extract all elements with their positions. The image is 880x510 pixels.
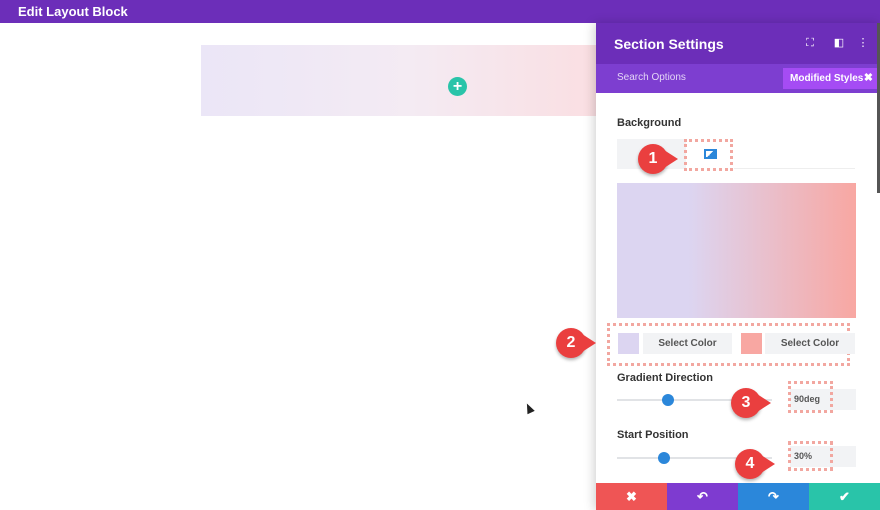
start-position-label: Start Position	[617, 429, 689, 441]
callout-4-pointer	[761, 455, 775, 473]
add-row-button[interactable]: +	[448, 77, 467, 96]
highlight-gradient-tab	[684, 139, 733, 171]
color-stop-2-select-button[interactable]: Select Color	[765, 333, 855, 354]
expand-icon[interactable]: ⛶	[803, 36, 817, 50]
color-stop-2-swatch[interactable]	[741, 333, 762, 354]
search-options-bar: Search Options Modified Styles ✖	[596, 64, 880, 93]
sidebar-toggle-icon[interactable]: ◧	[832, 36, 846, 50]
search-options-input[interactable]: Search Options	[617, 72, 686, 83]
panel-header: Section Settings ⛶ ◧ ⋮	[596, 23, 880, 64]
color-stop-1-select-button[interactable]: Select Color	[643, 333, 732, 354]
gradient-direction-slider-handle[interactable]	[662, 394, 675, 406]
color-stop-1-swatch[interactable]	[618, 333, 639, 354]
editor-title: Edit Layout Block	[18, 4, 128, 19]
highlight-gradient-direction	[788, 381, 833, 413]
mouse-cursor-icon	[523, 401, 535, 415]
close-icon[interactable]: ✖	[864, 68, 873, 89]
section-preview[interactable]	[201, 45, 621, 116]
callout-3-pointer	[757, 394, 771, 412]
cancel-button[interactable]: ✖	[596, 483, 667, 510]
undo-button[interactable]: ↶	[667, 483, 738, 510]
callout-1-pointer	[664, 150, 678, 168]
more-options-icon[interactable]: ⋮	[856, 36, 870, 50]
panel-footer: ✖ ↶ ↷ ✔	[596, 483, 880, 510]
redo-button[interactable]: ↷	[738, 483, 809, 510]
section-settings-panel: Section Settings ⛶ ◧ ⋮ Search Options Mo…	[596, 23, 880, 510]
gradient-preview	[617, 183, 856, 318]
modified-styles-button[interactable]: Modified Styles ✖	[783, 68, 879, 89]
highlight-start-position	[788, 441, 833, 471]
gradient-direction-label: Gradient Direction	[617, 372, 713, 384]
editor-title-bar: Edit Layout Block	[0, 0, 880, 23]
modified-styles-label: Modified Styles	[790, 73, 864, 84]
callout-2-pointer	[582, 334, 596, 352]
background-label: Background	[617, 117, 682, 129]
panel-title: Section Settings	[614, 36, 724, 52]
start-position-slider-handle[interactable]	[657, 452, 670, 464]
save-button[interactable]: ✔	[809, 483, 880, 510]
